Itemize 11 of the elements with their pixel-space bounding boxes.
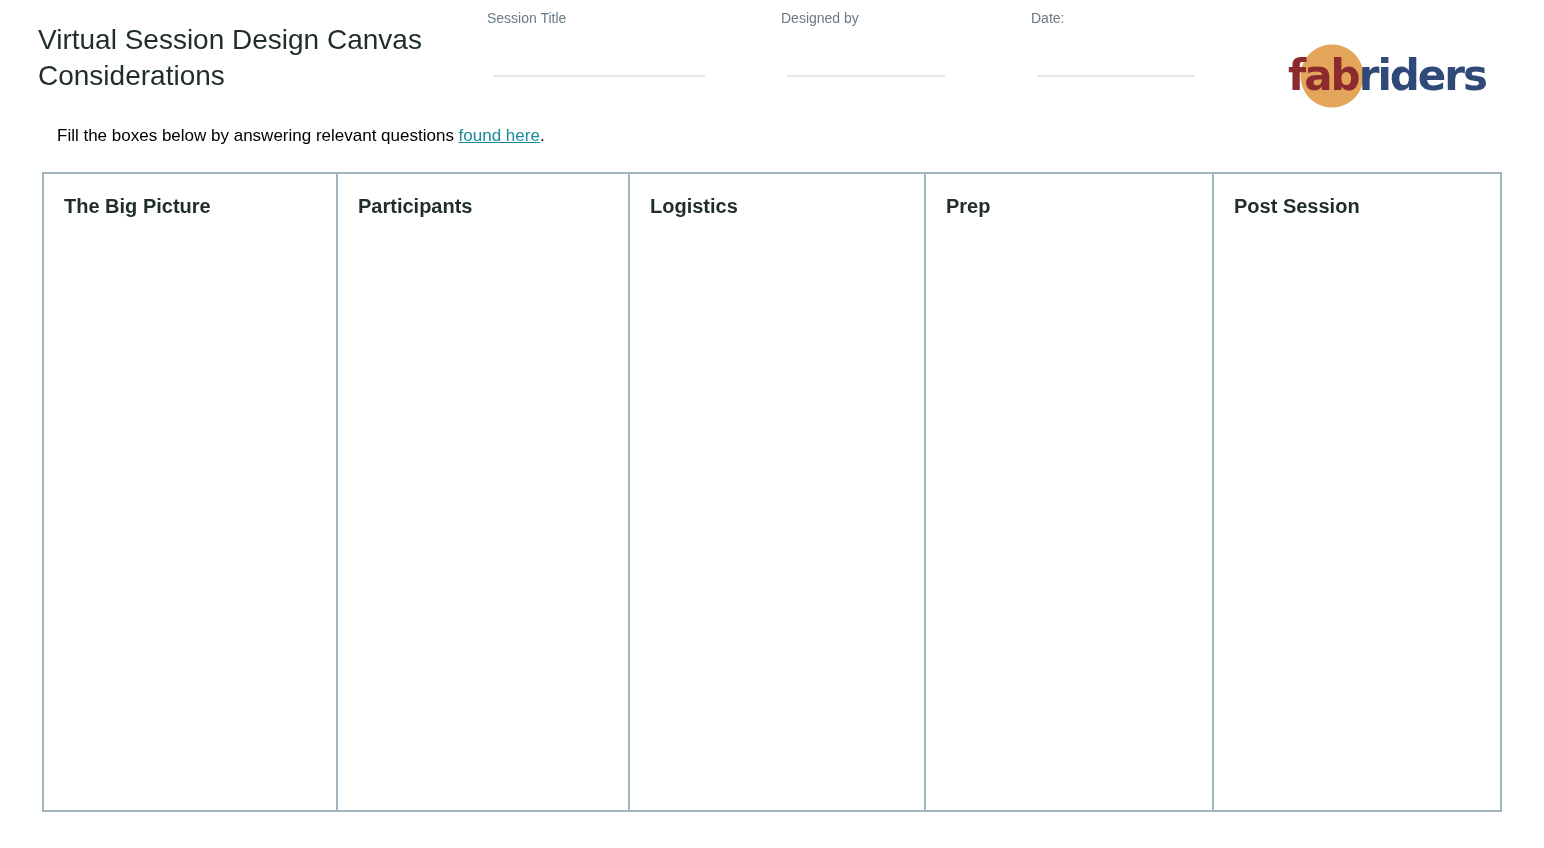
field-label: Date: [1031,9,1066,27]
column-heading: Post Session [1234,194,1361,218]
column-heading: Prep [946,194,992,218]
canvas-title: Virtual Session Design Canvas Considerations [38,23,423,93]
column-heading: The Big Picture [64,194,212,218]
instruction-text: Fill the boxes below by answering relevant questions found here. [57,125,546,147]
column-heading: Logistics [650,194,739,218]
field-label: Session Title [487,9,568,27]
field-label: Designed by [781,9,860,27]
column-heading: Participants [358,194,474,218]
found-here-link[interactable]: found here [458,126,540,145]
